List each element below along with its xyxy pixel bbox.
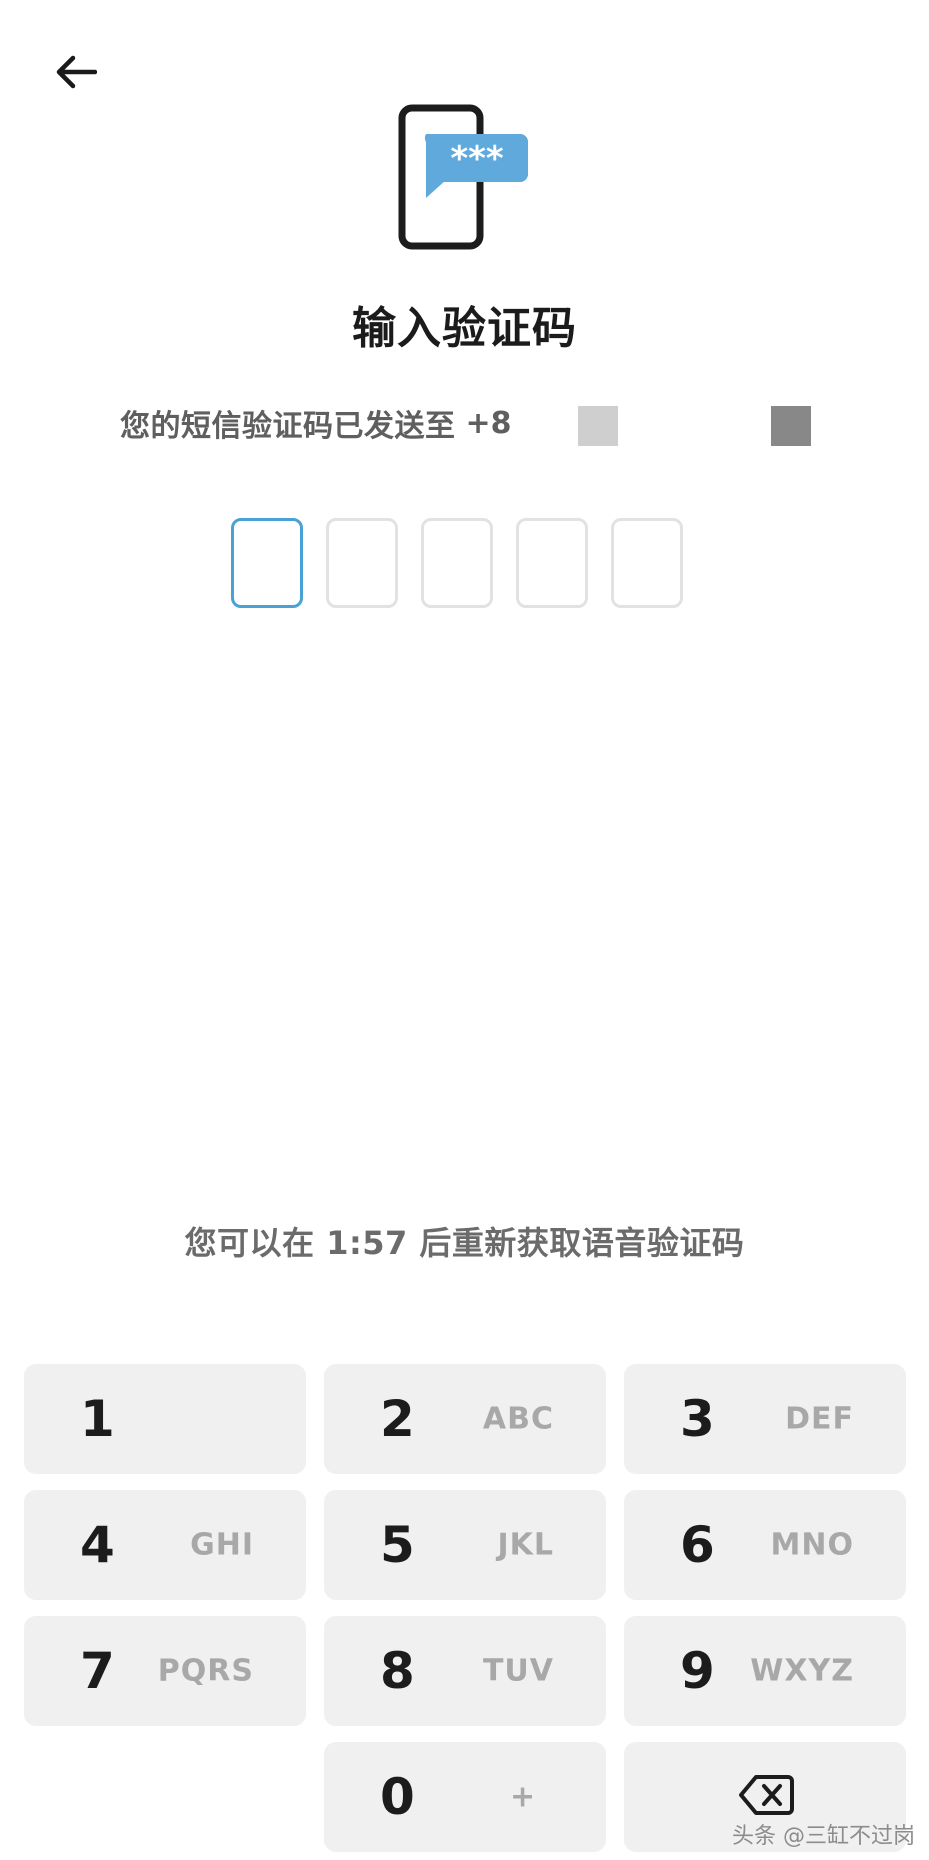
key-plus: + xyxy=(510,1779,536,1815)
code-digit-box-1[interactable] xyxy=(231,518,303,608)
key-7[interactable]: 7 PQRS xyxy=(24,1616,306,1726)
key-letters: JKL xyxy=(497,1527,554,1563)
resend-countdown: 您可以在 1:57 后重新获取语音验证码 xyxy=(184,1224,745,1262)
key-4[interactable]: 4 GHI xyxy=(24,1490,306,1600)
key-letters: TUV xyxy=(482,1653,554,1689)
key-digit: 6 xyxy=(680,1516,715,1574)
phone-number: +8 xyxy=(465,405,512,441)
page-title: 输入验证码 xyxy=(352,303,577,354)
key-digit: 2 xyxy=(380,1390,415,1448)
code-digit-box-2[interactable] xyxy=(326,518,398,608)
svg-text:***: *** xyxy=(450,139,504,179)
key-5[interactable]: 5 JKL xyxy=(324,1490,606,1600)
key-letters: PQRS xyxy=(157,1653,254,1689)
code-digit-box-4[interactable] xyxy=(516,518,588,608)
redaction-block xyxy=(771,406,811,446)
key-9[interactable]: 9 WXYZ xyxy=(624,1616,906,1726)
code-digit-box-3[interactable] xyxy=(421,518,493,608)
backspace-icon xyxy=(739,1775,794,1815)
key-digit: 8 xyxy=(380,1642,415,1700)
key-6[interactable]: 6 MNO xyxy=(624,1490,906,1600)
code-digit-box-5[interactable] xyxy=(611,518,683,608)
redaction-block xyxy=(578,406,618,446)
key-digit: 4 xyxy=(80,1516,115,1574)
key-letters: DEF xyxy=(785,1401,854,1437)
back-button[interactable] xyxy=(44,40,108,104)
key-digit: 7 xyxy=(80,1642,115,1700)
key-digit: 9 xyxy=(680,1642,715,1700)
key-digit: 1 xyxy=(80,1390,115,1448)
code-input-group[interactable] xyxy=(231,518,683,608)
key-3[interactable]: 3 DEF xyxy=(624,1364,906,1474)
key-letters: WXYZ xyxy=(750,1653,854,1689)
key-letters: GHI xyxy=(190,1527,254,1563)
key-digit: 0 xyxy=(380,1768,415,1826)
key-1[interactable]: 1 xyxy=(24,1364,306,1474)
phone-sms-icon: *** xyxy=(398,104,528,250)
arrow-left-icon xyxy=(56,55,97,89)
key-8[interactable]: 8 TUV xyxy=(324,1616,606,1726)
key-digit: 5 xyxy=(380,1516,415,1574)
key-0[interactable]: 0 + xyxy=(324,1742,606,1852)
key-2[interactable]: 2 ABC xyxy=(324,1364,606,1474)
key-letters: ABC xyxy=(482,1401,554,1437)
watermark: 头条 @三缸不过岗 xyxy=(732,1824,915,1849)
key-digit: 3 xyxy=(680,1390,715,1448)
sms-sent-notice: 您的短信验证码已发送至 +8 xyxy=(120,398,512,448)
key-letters: MNO xyxy=(770,1527,854,1563)
sms-sent-label: 您的短信验证码已发送至 xyxy=(120,409,456,444)
